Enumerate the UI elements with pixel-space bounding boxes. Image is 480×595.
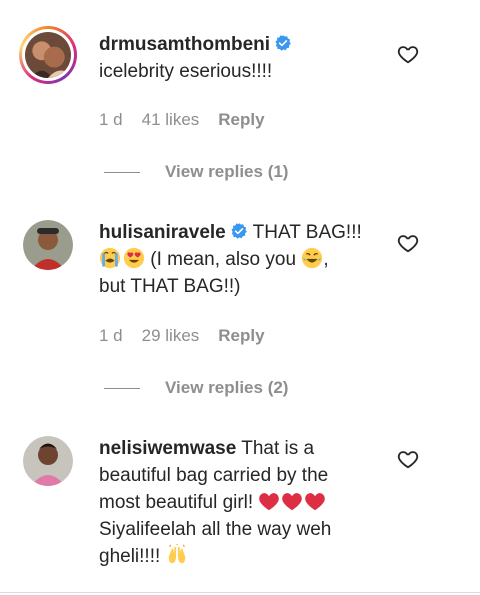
comment-time: 1 d xyxy=(99,326,123,345)
comment-text-continued: (I mean, also you xyxy=(150,249,297,270)
comment-meta: 1 d 29 likes Reply xyxy=(99,326,265,346)
divider-line xyxy=(104,171,140,173)
raising-hands-icon xyxy=(168,544,185,564)
comment-username[interactable]: drmusamthombeni xyxy=(99,34,270,55)
heart-outline-icon[interactable] xyxy=(397,43,419,65)
comment-username[interactable]: hulisaniravele xyxy=(99,222,226,243)
view-replies-label: View replies (2) xyxy=(165,378,289,397)
verified-badge-icon xyxy=(275,35,291,51)
avatar-photo xyxy=(23,220,73,270)
laughing-tears-icon xyxy=(302,247,323,269)
avatar[interactable] xyxy=(19,26,77,84)
view-replies-label: View replies (1) xyxy=(165,162,289,181)
crying-face-icon xyxy=(99,247,121,269)
avatar[interactable] xyxy=(23,436,73,486)
red-heart-icon xyxy=(305,493,326,511)
reply-button[interactable]: Reply xyxy=(218,110,264,130)
comment-body: drmusamthombeni icelebrity eserious!!!! xyxy=(99,31,369,85)
comment-text-end: but THAT BAG!!) xyxy=(99,276,241,297)
comment-likes[interactable]: 29 likes xyxy=(142,326,200,346)
avatar-photo xyxy=(25,32,71,78)
heart-outline-icon[interactable] xyxy=(397,232,419,254)
comment-username[interactable]: nelisiwemwase xyxy=(99,438,236,459)
comment-time: 1 d xyxy=(99,110,123,129)
comment-body: hulisaniravele THAT BAG!!! (I mean, also… xyxy=(99,219,389,300)
divider-line xyxy=(104,387,140,389)
view-replies-button[interactable]: View replies (1) xyxy=(104,162,288,182)
comment-text-comma: , xyxy=(323,249,329,270)
red-heart-icon xyxy=(259,493,280,511)
comment-text: THAT BAG!!! xyxy=(252,222,362,243)
comment-text-continued: Siyalifeelah all the way weh gheli!!!! xyxy=(99,519,332,567)
heart-eyes-icon xyxy=(123,247,145,269)
comment-body: nelisiwemwase That is a beautiful bag ca… xyxy=(99,435,369,570)
comment-meta: 1 d 41 likes Reply xyxy=(99,110,265,130)
red-heart-icon xyxy=(282,493,303,511)
view-replies-button[interactable]: View replies (2) xyxy=(104,378,288,398)
heart-outline-icon[interactable] xyxy=(397,448,419,470)
bottom-divider xyxy=(0,592,480,593)
comment-text: icelebrity eserious!!!! xyxy=(99,61,273,82)
avatar[interactable] xyxy=(23,220,73,270)
avatar-photo xyxy=(23,436,73,486)
reply-button[interactable]: Reply xyxy=(218,326,264,346)
comment-likes[interactable]: 41 likes xyxy=(142,110,200,130)
verified-badge-icon xyxy=(231,223,247,239)
